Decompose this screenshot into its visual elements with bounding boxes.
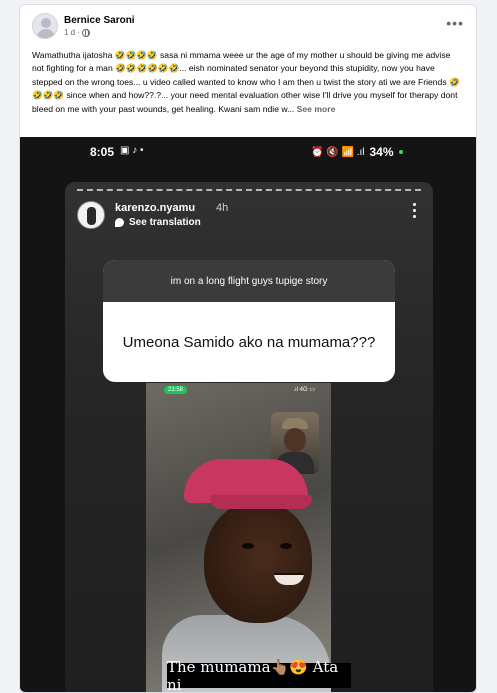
person-cap-brim xyxy=(210,495,312,509)
see-more-link[interactable]: See more xyxy=(297,104,336,114)
story-more-icon xyxy=(413,203,417,219)
person-eye xyxy=(242,543,254,549)
caption-text: Wamathutha ijatosha 🤣🤣🤣🤣 sasa ni mmama w… xyxy=(32,50,460,114)
call-status-bar: 23:58 .ıl 4G ▭ xyxy=(146,383,331,397)
battery-percent: 34% xyxy=(369,145,394,159)
story-progress-bar xyxy=(77,189,421,191)
battery-dot-icon xyxy=(398,150,403,154)
story-text-caption: The mumama👆🏽😍 Ata ni xyxy=(167,658,351,692)
story-age: 4h xyxy=(216,202,229,214)
post-meta: 1 d · xyxy=(64,28,90,37)
translate-icon xyxy=(115,218,124,227)
phone-system-icons: ⏰ 🔇 📶 .ıl 34% xyxy=(311,145,403,159)
story-username: karenzo.nyamu xyxy=(115,202,196,214)
meta-separator: · xyxy=(77,28,80,37)
post-photo[interactable]: 8:05 ▣ ♪ • ⏰ 🔇 📶 .ıl 34% karenzo.nyamu 4… xyxy=(20,137,476,692)
phone-notification-icons: ▣ ♪ • xyxy=(120,145,144,156)
see-translation: See translation xyxy=(115,217,201,228)
post-time[interactable]: 1 d xyxy=(64,28,75,37)
call-timer: 23:58 xyxy=(164,386,188,394)
phone-status-bar: 8:05 ▣ ♪ • ⏰ 🔇 📶 .ıl 34% xyxy=(20,137,476,167)
instagram-story: karenzo.nyamu 4h See translation im on a… xyxy=(65,182,433,692)
phone-signal-icons: ⏰ 🔇 📶 .ıl xyxy=(311,146,365,158)
globe-icon xyxy=(81,28,90,37)
video-call-screenshot: 23:58 .ıl 4G ▭ xyxy=(146,383,331,692)
phone-clock: 8:05 xyxy=(90,145,115,159)
question-prompt: im on a long flight guys tupige story xyxy=(103,260,395,302)
author-avatar[interactable] xyxy=(32,13,58,39)
see-translation-label: See translation xyxy=(129,217,201,228)
person-eye xyxy=(280,543,292,549)
author-name[interactable]: Bernice Saroni xyxy=(64,15,135,26)
post-options-button[interactable]: ••• xyxy=(446,15,464,31)
facebook-post-card: Bernice Saroni 1 d · ••• Wamathutha ijat… xyxy=(19,4,477,693)
post-header: Bernice Saroni 1 d · ••• xyxy=(20,5,476,49)
question-sticker: im on a long flight guys tupige story Um… xyxy=(103,260,395,382)
question-answer: Umeona Samido ako na mumama??? xyxy=(122,333,376,351)
call-signal-icons: .ıl 4G ▭ xyxy=(293,387,315,393)
person-face xyxy=(204,501,312,623)
post-caption: Wamathutha ijatosha 🤣🤣🤣🤣 sasa ni mmama w… xyxy=(32,49,464,116)
story-author-avatar xyxy=(77,201,105,229)
